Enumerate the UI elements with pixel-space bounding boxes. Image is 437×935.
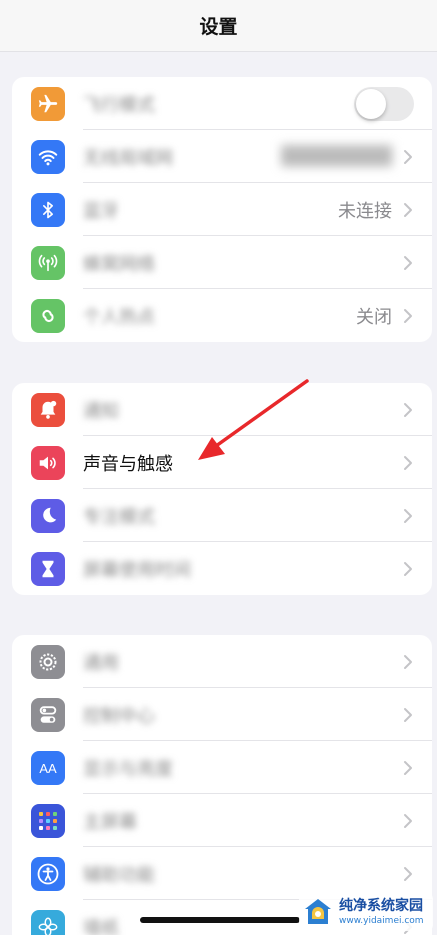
annotation-arrow [198,379,309,460]
home-indicator [140,917,300,923]
watermark: 纯净系统家园 www.yidaimei.com [299,893,433,931]
watermark-url: www.yidaimei.com [339,915,424,926]
watermark-title: 纯净系统家园 [339,897,423,914]
watermark-logo-icon [305,899,331,924]
